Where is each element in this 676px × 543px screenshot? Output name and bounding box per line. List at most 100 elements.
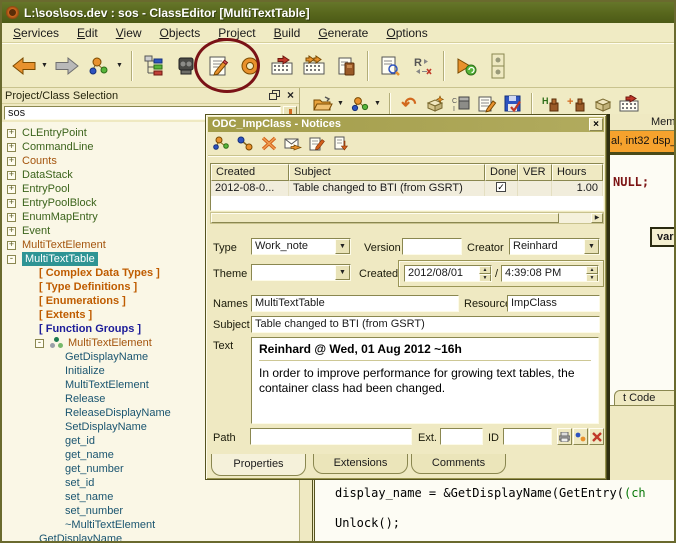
column-header-hours[interactable]: Hours [552, 164, 603, 181]
tab-properties[interactable]: Properties [211, 454, 306, 476]
generate-export-button[interactable] [299, 49, 329, 83]
chevron-down-icon[interactable]: ▼ [335, 265, 350, 280]
dialog-close-button[interactable]: × [589, 118, 603, 131]
keyboard-generate-button[interactable] [617, 91, 641, 117]
subject-input[interactable]: Table changed to BTI (from GSRT) [251, 316, 600, 333]
path-input[interactable] [250, 428, 412, 445]
tree-item[interactable]: set_name [2, 490, 299, 504]
panel-close-icon[interactable]: × [285, 90, 296, 101]
edit-source-button[interactable] [475, 91, 499, 117]
menu-options[interactable]: Options [377, 24, 436, 42]
table-hscrollbar[interactable]: ▶ [210, 212, 604, 224]
notice-delete-button[interactable] [260, 135, 278, 152]
names-input[interactable]: MultiTextTable [251, 295, 459, 312]
expand-icon[interactable]: + [7, 199, 16, 208]
id-input[interactable] [503, 428, 552, 445]
window-titlebar[interactable]: L:\sos\sos.dev : sos - ClassEditor [Mult… [2, 2, 674, 23]
type-select[interactable]: Work_note ▼ [251, 238, 351, 255]
expand-icon[interactable]: + [7, 227, 16, 236]
new-package-button[interactable] [423, 91, 447, 117]
class-select-button[interactable] [348, 91, 372, 117]
expand-icon[interactable]: + [7, 185, 16, 194]
theme-select[interactable]: ▼ [251, 264, 351, 281]
expand-icon[interactable]: + [7, 171, 16, 180]
expand-icon[interactable]: + [7, 143, 16, 152]
dialog-titlebar[interactable]: ODC_ImpClass - Notices × [208, 117, 604, 132]
expand-icon[interactable]: + [7, 129, 16, 138]
open-folder-dropdown-icon[interactable]: ▼ [337, 100, 344, 107]
tab-extensions[interactable]: Extensions [313, 454, 408, 474]
tab-test-code[interactable]: t Code [614, 390, 676, 405]
scrollbar-thumb[interactable] [211, 213, 559, 223]
back-history-dropdown-icon[interactable]: ▼ [41, 62, 48, 69]
path-link-button[interactable] [573, 428, 588, 445]
menu-generate[interactable]: Generate [309, 24, 377, 42]
menu-view[interactable]: View [107, 24, 151, 42]
done-checkbox[interactable]: ✓ [496, 182, 506, 192]
class-info-button[interactable]: C I [449, 91, 473, 117]
scroll-right-icon[interactable]: ▶ [591, 213, 603, 223]
notice-link-button[interactable] [236, 135, 254, 152]
toggle-panel-button[interactable] [483, 49, 513, 83]
expand-icon[interactable]: + [7, 213, 16, 222]
chevron-down-icon[interactable]: ▼ [335, 239, 350, 254]
column-header-subject[interactable]: Subject [289, 164, 485, 181]
notice-class-button[interactable] [212, 135, 230, 152]
column-header-ver[interactable]: VER [518, 164, 552, 181]
variable-box[interactable]: varia [650, 227, 676, 247]
find-in-document-button[interactable] [375, 49, 405, 83]
class-navigator-dropdown-icon[interactable]: ▼ [116, 62, 123, 69]
notice-copy-button[interactable] [332, 135, 350, 152]
menu-objects[interactable]: Objects [151, 24, 210, 42]
code-editor[interactable]: display_name = &GetDisplayName(GetEntry(… [300, 480, 676, 543]
column-header-created[interactable]: Created [211, 164, 289, 181]
undo-button[interactable]: ↶ [397, 91, 421, 117]
menu-services[interactable]: Services [4, 24, 68, 42]
notice-mail-button[interactable] [284, 135, 302, 152]
float-panel-icon[interactable] [269, 90, 281, 101]
save-button[interactable] [501, 91, 525, 117]
path-browse-button[interactable] [557, 428, 572, 445]
hierarchy-view-button[interactable] [139, 49, 169, 83]
expand-icon[interactable]: + [7, 241, 16, 250]
collapse-icon[interactable]: - [35, 339, 44, 348]
class-select-dropdown-icon[interactable]: ▼ [374, 100, 381, 107]
member-column-header[interactable]: Membe [610, 114, 676, 131]
creator-select[interactable]: Reinhard ▼ [509, 238, 600, 255]
tab-comments[interactable]: Comments [411, 454, 506, 474]
resource-input[interactable]: ImpClass [507, 295, 600, 312]
package-button[interactable] [591, 91, 615, 117]
collapse-icon[interactable]: - [7, 255, 16, 264]
notices-button[interactable] [203, 49, 233, 83]
generate-import-button[interactable] [267, 49, 297, 83]
rename-button[interactable]: R [407, 49, 437, 83]
spin-up-icon[interactable]: ▲ [479, 266, 491, 274]
open-folder-button[interactable] [311, 91, 335, 117]
add-member-button[interactable]: + [565, 91, 589, 117]
created-time-spinner[interactable]: 4:39:08 PM ▲▼ [501, 265, 599, 282]
help-ring-button[interactable] [235, 49, 265, 83]
menu-project[interactable]: Project [209, 24, 264, 42]
ext-input[interactable] [440, 428, 483, 445]
menu-build[interactable]: Build [265, 24, 310, 42]
run-button[interactable] [451, 49, 481, 83]
expand-icon[interactable]: + [7, 157, 16, 166]
created-date-spinner[interactable]: 2012/08/01 ▲▼ [404, 265, 492, 282]
spin-down-icon[interactable]: ▼ [479, 274, 491, 282]
version-input[interactable] [402, 238, 462, 255]
tree-item[interactable]: ~MultiTextElement [2, 518, 299, 532]
class-navigator-button[interactable] [84, 49, 114, 83]
selected-signature-row[interactable]: al, int32 dsp_in [610, 131, 676, 152]
spin-down-icon[interactable]: ▼ [586, 274, 598, 282]
path-delete-button[interactable] [589, 428, 604, 445]
header-member-button[interactable]: H [539, 91, 563, 117]
notice-edit-button[interactable] [308, 135, 326, 152]
inspector-button[interactable] [171, 49, 201, 83]
tree-item[interactable]: set_number [2, 504, 299, 518]
column-header-done[interactable]: Done [485, 164, 518, 181]
forward-button[interactable] [52, 49, 82, 83]
menu-edit[interactable]: Edit [68, 24, 107, 42]
chevron-down-icon[interactable]: ▼ [584, 239, 599, 254]
clipboard-button[interactable] [331, 49, 361, 83]
tree-item[interactable]: GetDisplayName [2, 532, 299, 541]
